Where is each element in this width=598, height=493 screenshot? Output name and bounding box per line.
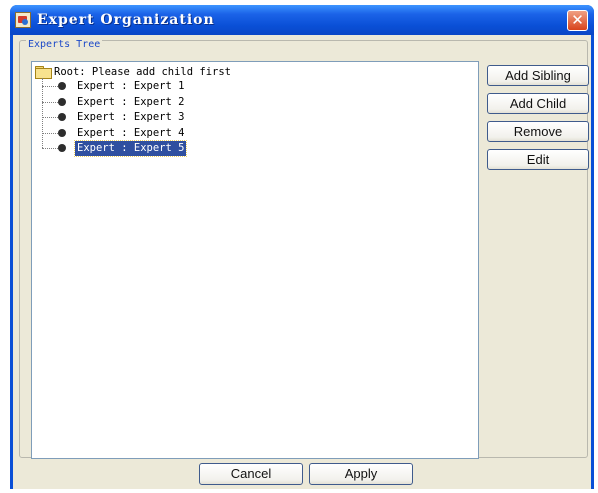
bullet-icon bbox=[58, 113, 66, 121]
tree-item-label: Expert : Expert 5 bbox=[73, 140, 188, 157]
add-sibling-button[interactable]: Add Sibling bbox=[487, 65, 589, 86]
bullet-icon bbox=[58, 82, 66, 90]
experts-tree-group: Experts Tree Root: Please add child firs… bbox=[19, 39, 589, 459]
bullet-icon bbox=[58, 129, 66, 137]
bullet-icon bbox=[58, 98, 66, 106]
tree-item-label: Expert : Expert 3 bbox=[77, 111, 185, 123]
expert-organization-dialog: Expert Organization ✕ Experts Tree Root:… bbox=[10, 5, 594, 489]
tree-item-expert-2[interactable]: Expert : Expert 2 bbox=[42, 95, 342, 110]
dialog-content: Experts Tree Root: Please add child firs… bbox=[13, 35, 591, 489]
tree-item-label: Expert : Expert 4 bbox=[77, 127, 185, 139]
edit-button[interactable]: Edit bbox=[487, 149, 589, 170]
window-title: Expert Organization bbox=[37, 12, 215, 28]
add-child-button[interactable]: Add Child bbox=[487, 93, 589, 114]
tree-item-label: Expert : Expert 1 bbox=[77, 80, 185, 92]
tree-item-expert-1[interactable]: Expert : Expert 1 bbox=[42, 79, 342, 94]
cancel-button[interactable]: Cancel bbox=[199, 463, 303, 485]
java-app-icon bbox=[15, 12, 31, 28]
experts-tree[interactable]: Root: Please add child first Expert : Ex… bbox=[31, 61, 479, 459]
tree-item-expert-4[interactable]: Expert : Expert 4 bbox=[42, 126, 342, 141]
tree-item-label: Expert : Expert 2 bbox=[77, 96, 185, 108]
group-title: Experts Tree bbox=[26, 39, 103, 50]
close-button[interactable]: ✕ bbox=[567, 10, 588, 31]
folder-icon bbox=[35, 66, 52, 79]
remove-button[interactable]: Remove bbox=[487, 121, 589, 142]
tree-item-expert-3[interactable]: Expert : Expert 3 bbox=[42, 110, 342, 125]
bullet-icon bbox=[58, 144, 66, 152]
tree-root-label: Root: Please add child first bbox=[54, 66, 232, 78]
title-bar[interactable]: Expert Organization ✕ bbox=[10, 5, 594, 35]
apply-button[interactable]: Apply bbox=[309, 463, 413, 485]
tree-item-expert-5[interactable]: Expert : Expert 5 bbox=[42, 140, 342, 157]
